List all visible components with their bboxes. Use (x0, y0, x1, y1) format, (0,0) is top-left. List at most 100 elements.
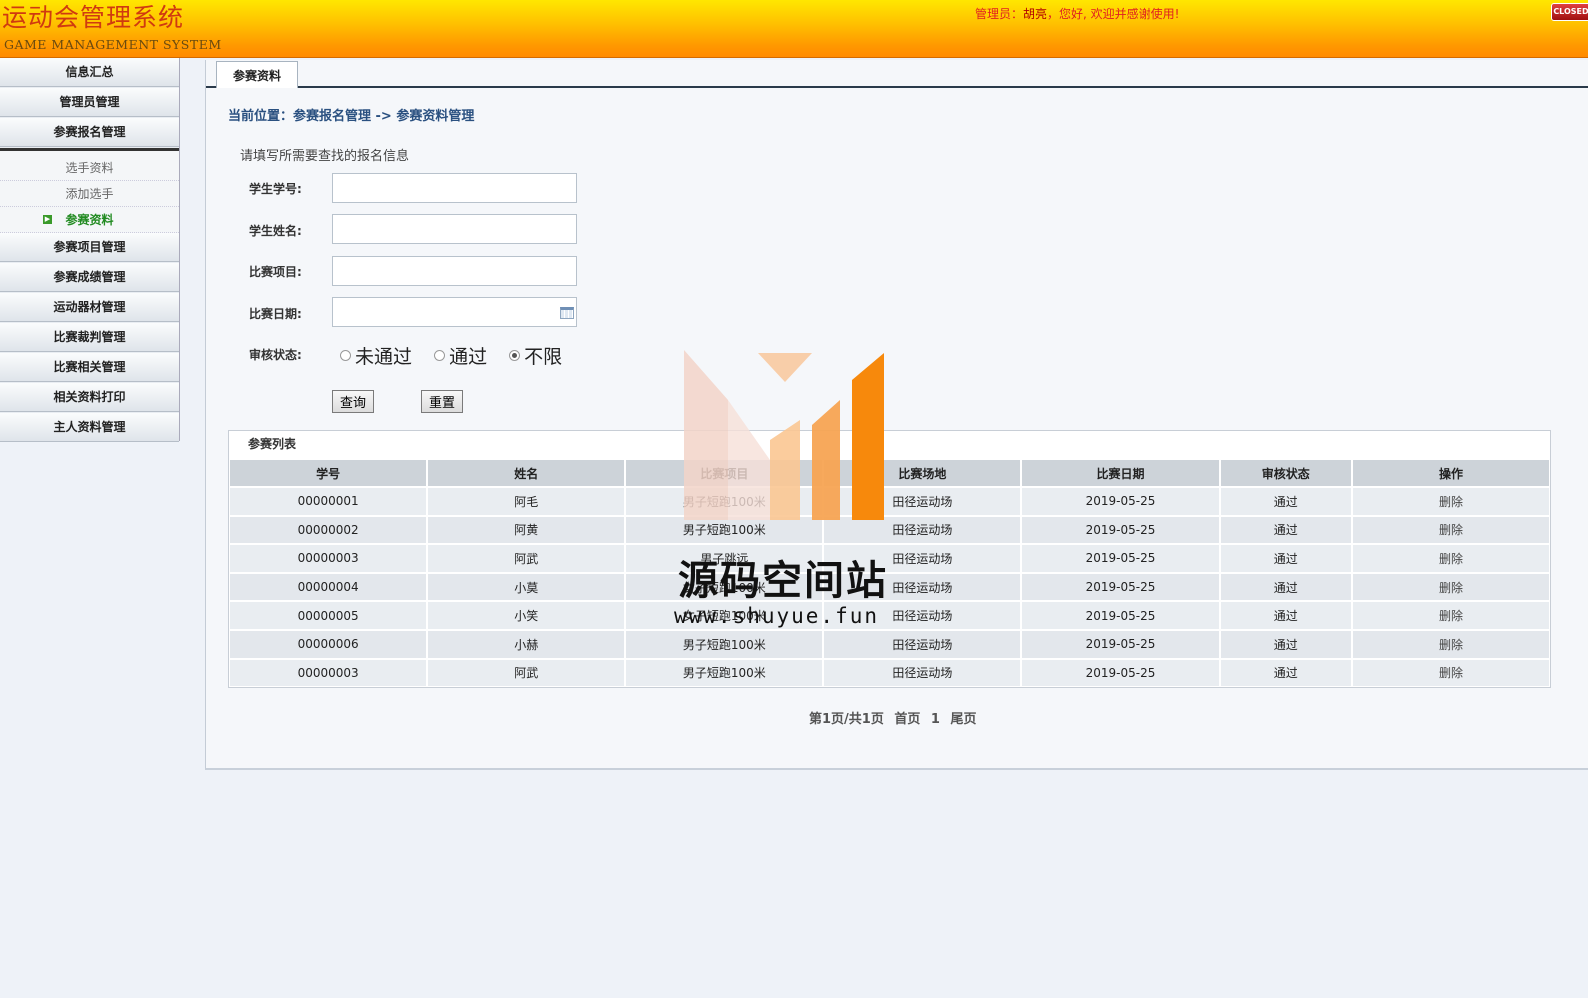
cell-name: 小莫 (428, 573, 625, 601)
pagination: 第1页/共1页 首页 1 尾页 (809, 708, 983, 727)
status-radio-group: 未通过 通过 不限 (340, 342, 578, 369)
cell-name: 阿武 (428, 659, 625, 687)
cell-name: 小赫 (428, 630, 625, 658)
first-page-link[interactable]: 首页 (894, 712, 920, 727)
cell-student-id: 00000006 (230, 630, 427, 658)
app-title: 运动会管理系统 (2, 3, 185, 32)
cell-date: 2019-05-25 (1022, 516, 1219, 544)
sidebar-item-print[interactable]: 相关资料打印 (0, 383, 179, 412)
table-row: 00000003 阿武 男子短跑100米 田径运动场 2019-05-25 通过… (230, 659, 1549, 687)
sidebar-item-info-summary[interactable]: 信息汇总 (0, 58, 179, 87)
sidebar-item-registration-management[interactable]: 参赛报名管理 (0, 118, 179, 147)
sidebar-item-referee-management[interactable]: 比赛裁判管理 (0, 323, 179, 352)
cell-date: 2019-05-25 (1022, 488, 1219, 515)
cell-status: 通过 (1220, 488, 1351, 515)
status-option-any-label: 不限 (524, 346, 563, 368)
radio-checked-icon (509, 350, 521, 361)
cell-student-id: 00000005 (230, 602, 427, 629)
delete-link[interactable]: 删除 (1352, 602, 1549, 629)
submenu-item-entry-info[interactable]: ▶ 参赛资料 (0, 207, 179, 233)
calendar-icon[interactable] (560, 307, 574, 319)
column-header[interactable]: 姓名 (428, 460, 625, 486)
sidebar-submenu: 选手资料 添加选手 ▶ 参赛资料 (0, 148, 179, 233)
status-label: 审核状态: (249, 348, 302, 362)
welcome-message: 管理员：胡亮，您好, 欢迎并感谢使用! (975, 5, 1179, 22)
current-page-link[interactable]: 1 (931, 712, 940, 727)
submenu-item-entry-info-label: 参赛资料 (65, 213, 114, 227)
breadcrumb: 当前位置：参赛报名管理 -> 参赛资料管理 (228, 109, 475, 124)
column-header[interactable]: 比赛日期 (1022, 460, 1219, 486)
delete-link[interactable]: 删除 (1352, 573, 1549, 601)
cell-status: 通过 (1220, 602, 1351, 629)
sidebar-item-admin-management[interactable]: 管理员管理 (0, 88, 179, 117)
sidebar-item-equipment-management[interactable]: 运动器材管理 (0, 293, 179, 322)
sidebar-item-event-management[interactable]: 参赛项目管理 (0, 233, 179, 262)
cell-name: 阿毛 (428, 488, 625, 515)
cell-student-id: 00000004 (230, 573, 427, 601)
search-form-title: 请填写所需要查找的报名信息 (240, 149, 410, 164)
delete-link[interactable]: 删除 (1352, 516, 1549, 544)
cell-date: 2019-05-25 (1022, 659, 1219, 687)
cell-student-id: 00000002 (230, 516, 427, 544)
cell-student-id: 00000003 (230, 545, 427, 572)
delete-link[interactable]: 删除 (1352, 659, 1549, 687)
cell-date: 2019-05-25 (1022, 573, 1219, 601)
student-name-label: 学生姓名: (249, 224, 302, 238)
sidebar: 信息汇总 管理员管理 参赛报名管理 选手资料 添加选手 ▶ 参赛资料 参赛项目管… (0, 58, 180, 442)
event-input[interactable] (332, 256, 577, 286)
cell-name: 阿武 (428, 545, 625, 572)
student-id-input[interactable] (332, 173, 577, 203)
watermark-text: 源码空间站 (678, 558, 888, 604)
cell-status: 通过 (1220, 659, 1351, 687)
submenu-item-player-info[interactable]: 选手资料 (0, 155, 179, 181)
radio-unchecked-icon (340, 350, 351, 361)
delete-link[interactable]: 删除 (1352, 545, 1549, 572)
student-name-input[interactable] (332, 214, 577, 244)
column-header[interactable]: 学号 (230, 460, 427, 486)
cell-student-id: 00000001 (230, 488, 427, 515)
cell-status: 通过 (1220, 545, 1351, 572)
cell-status: 通过 (1220, 516, 1351, 544)
header-bar: 运动会管理系统 GAME MANAGEMENT SYSTEM 管理员：胡亮，您好… (0, 0, 1588, 58)
radio-unchecked-icon (434, 350, 446, 361)
status-option-rejected[interactable]: 未通过 (340, 342, 412, 369)
cell-venue: 田径运动场 (824, 659, 1021, 687)
cell-student-id: 00000003 (230, 659, 427, 687)
status-option-rejected-label: 未通过 (355, 346, 413, 368)
cell-name: 阿黄 (428, 516, 625, 544)
student-id-label: 学生学号: (249, 182, 302, 196)
status-option-approved-label: 通过 (449, 346, 488, 368)
tab-bar: 参赛资料 (206, 60, 1588, 88)
submenu-item-add-player[interactable]: 添加选手 (0, 181, 179, 207)
admin-name: 胡亮 (1023, 7, 1048, 21)
query-button[interactable]: 查询 (332, 390, 374, 413)
tab-entry-info[interactable]: 参赛资料 (216, 61, 298, 88)
date-label: 比赛日期: (249, 307, 302, 321)
page-info: 第1页/共1页 (809, 712, 884, 727)
sidebar-item-owner-info[interactable]: 主人资料管理 (0, 413, 179, 442)
app-subtitle: GAME MANAGEMENT SYSTEM (4, 37, 222, 52)
cell-event: 男子短跑100米 (626, 659, 823, 687)
cell-name: 小笑 (428, 602, 625, 629)
welcome-prefix: 管理员： (975, 7, 1024, 21)
event-label: 比赛项目: (249, 265, 302, 279)
column-header[interactable]: 审核状态 (1220, 460, 1351, 486)
sidebar-item-score-management[interactable]: 参赛成绩管理 (0, 263, 179, 292)
cell-status: 通过 (1220, 630, 1351, 658)
reset-button[interactable]: 重置 (421, 390, 463, 413)
cell-status: 通过 (1220, 573, 1351, 601)
sidebar-item-match-related[interactable]: 比赛相关管理 (0, 353, 179, 382)
chevron-right-icon: ▶ (43, 215, 52, 224)
cell-date: 2019-05-25 (1022, 630, 1219, 658)
column-header[interactable]: 操作 (1352, 460, 1549, 486)
status-option-approved[interactable]: 通过 (434, 342, 487, 369)
status-option-any[interactable]: 不限 (509, 342, 562, 369)
cell-date: 2019-05-25 (1022, 545, 1219, 572)
delete-link[interactable]: 删除 (1352, 630, 1549, 658)
close-button[interactable]: CLOSED (1551, 3, 1588, 21)
delete-link[interactable]: 删除 (1352, 488, 1549, 515)
watermark-url: www.shuyue.fun (674, 604, 880, 628)
last-page-link[interactable]: 尾页 (951, 712, 977, 727)
cell-date: 2019-05-25 (1022, 602, 1219, 629)
date-input[interactable] (332, 297, 577, 327)
